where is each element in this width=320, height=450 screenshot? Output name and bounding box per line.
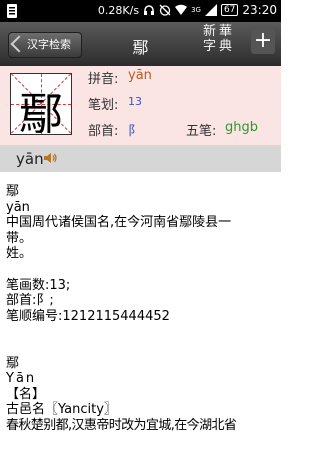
strokes-value: 13	[128, 95, 142, 108]
definition-text: 鄢 yān 中国周代诸侯国名,在今河南省鄢陵县一 带。 姓。 笔画数:13; 部…	[6, 184, 278, 434]
status-right: 0.28K/s 3G 67 23:20	[98, 3, 277, 17]
wifi-icon	[175, 4, 188, 15]
definition-line: Yān	[6, 371, 37, 387]
logo-line-2: 字典	[202, 39, 235, 54]
wubi-label: 五笔:	[186, 124, 217, 139]
clock: 23:20	[242, 3, 277, 17]
pinyin-label: 拼音:	[88, 72, 119, 87]
definition-line: 姓。	[6, 246, 33, 262]
notification-icon	[7, 4, 17, 18]
wubi-value: ghgb	[225, 120, 258, 135]
radical-value: 阝	[128, 124, 142, 139]
pinyin-value: yān	[128, 68, 152, 83]
definition-line: yān	[6, 199, 30, 215]
pronunciation-bar: yān	[0, 145, 281, 172]
headphones-icon	[144, 5, 155, 15]
status-bar: 0.28K/s 3G 67 23:20	[0, 0, 281, 22]
alarm-off-icon	[159, 4, 171, 16]
definition-line: 鄢	[6, 355, 20, 371]
definition-line: 笔顺编号:1212115444452	[6, 308, 170, 324]
network-type: 3G	[191, 6, 201, 14]
strokes-label: 笔划:	[88, 98, 119, 113]
network-speed: 0.28K/s	[97, 3, 140, 17]
signal-icon	[204, 4, 217, 16]
add-button[interactable]: +	[251, 30, 275, 54]
radical-label: 部首:	[88, 124, 119, 139]
character-grid-box: 鄢	[10, 73, 72, 140]
definition-line: 鄢	[6, 184, 20, 199]
speaker-icon[interactable]	[43, 151, 57, 165]
character-info-panel: 鄢 拼音: yān 笔划: 13 部首: 阝 五笔: ghgb	[0, 66, 281, 145]
definition-line: 部首:阝;	[6, 293, 54, 309]
definition-line: 笔画数:13;	[6, 277, 71, 293]
pronunciation-text: yān	[16, 150, 44, 168]
definition-line: 带。	[6, 230, 33, 246]
app-logo: 新華 字典	[196, 24, 242, 54]
battery-icon: 67	[220, 4, 239, 16]
definition-line: 春秋楚别都,汉惠帝时改为宜城,在今湖北省	[6, 417, 237, 433]
definition-line: 【名】	[6, 386, 46, 402]
large-character: 鄢	[19, 89, 63, 140]
definition-line: 中国周代诸侯国名,在今河南省鄢陵县一	[6, 215, 232, 231]
logo-line-1: 新華	[202, 24, 235, 39]
definition-line: 古邑名〖Yancity〗	[6, 402, 117, 418]
